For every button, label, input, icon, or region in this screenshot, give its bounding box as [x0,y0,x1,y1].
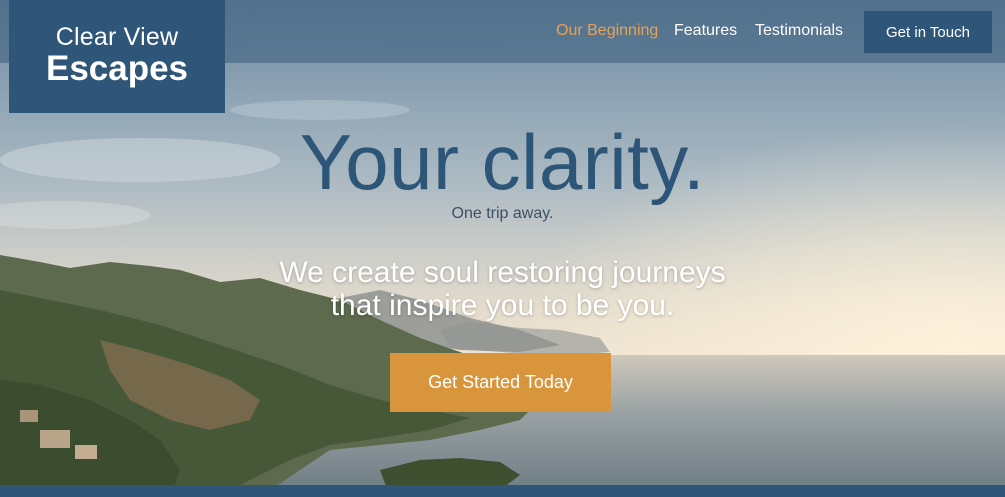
nav-link-features[interactable]: Features [674,21,737,41]
get-in-touch-button[interactable]: Get in Touch [864,11,992,53]
brand-logo[interactable]: Clear View Escapes [9,0,225,113]
brand-name-line1: Clear View [55,23,179,51]
nav-link-testimonials[interactable]: Testimonials [755,21,843,41]
hero-subheadline: One trip away. [451,205,554,222]
hero-tagline-line1: We create soul restoring journeys [279,256,726,289]
hero-tagline: We create soul restoring journeys that i… [0,256,1005,322]
get-started-today-button[interactable]: Get Started Today [390,353,611,412]
brand-name-line2: Escapes [45,49,189,88]
section-divider-bar [0,485,1005,497]
hero-headline: Your clarity. [299,118,706,206]
hero-section: Our Beginning Features Testimonials Get … [0,0,1005,497]
hero-tagline-line2: that inspire you to be you. [330,289,675,322]
nav-link-our-beginning[interactable]: Our Beginning [556,21,658,41]
